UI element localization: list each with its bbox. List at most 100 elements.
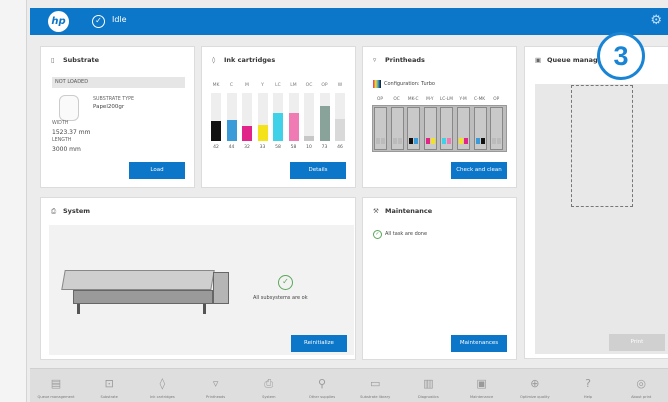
ink-level-fill	[319, 105, 330, 141]
printhead-label: OP	[493, 97, 500, 102]
printhead-label: Y-M	[459, 97, 467, 102]
ink-level-fill	[242, 125, 252, 141]
ink-label: C	[229, 83, 234, 88]
configuration-text: Configuration: Turbo	[384, 81, 435, 87]
ink-level-fill	[304, 136, 314, 141]
check-circle-icon: ✓	[373, 230, 382, 239]
printhead-slot	[457, 107, 470, 150]
substrate-state: NOT LOADED	[52, 77, 185, 88]
ink-level-bar	[273, 93, 283, 141]
printhead-slot	[423, 107, 437, 150]
ink-level-bar	[288, 93, 299, 141]
nav-label: Queue management	[37, 395, 75, 399]
nav-item[interactable]: ⊕ Optimize quality	[509, 369, 561, 402]
printhead-label: MK-C	[407, 97, 419, 102]
reinitialize-button[interactable]: Reinitialize	[291, 335, 347, 352]
nav-label: Other supplies	[308, 395, 336, 399]
gear-icon[interactable]: ⚙	[650, 13, 662, 28]
load-button[interactable]: Load	[129, 162, 185, 179]
nav-label: Substrate	[100, 395, 118, 399]
ink-title: Ink cartridges	[224, 56, 276, 64]
width-label: WIDTH	[52, 121, 69, 126]
details-button[interactable]: Details	[290, 162, 346, 179]
nav-item[interactable]: ▣ Maintenance	[456, 369, 508, 402]
ink-level-bar	[226, 93, 237, 141]
nav-item[interactable]: ▿ Printheads	[190, 369, 242, 402]
printhead-slot	[490, 107, 504, 150]
nav-item[interactable]: ⎙ System	[243, 369, 295, 402]
nav-label: Maintenance	[470, 395, 494, 399]
printer-illustration	[61, 262, 233, 314]
nav-item[interactable]: ▭ Substrate library	[349, 369, 401, 402]
ink-level-value: 44	[228, 145, 235, 150]
optimize-icon: ⊕	[530, 377, 540, 390]
system-card: ⎙ System ✓ All subsystems are ok Reinitia…	[40, 197, 356, 360]
check-circle-icon: ✓	[92, 15, 105, 28]
nav-item[interactable]: ⚲ Other supplies	[296, 369, 348, 402]
ink-level-value: 46	[337, 145, 343, 150]
substrate-title: Substrate	[63, 56, 100, 64]
configuration-icon	[373, 80, 381, 88]
width-value: 1523.37 mm	[52, 129, 91, 136]
nav-item[interactable]: ▥ Diagnostics	[402, 369, 454, 402]
queue-job-outline	[571, 85, 633, 207]
nav-label: System	[262, 395, 276, 399]
printhead-slot	[440, 107, 454, 150]
nav-label: Printheads	[206, 395, 226, 399]
nav-label: About print	[631, 395, 652, 399]
ink-drop-icon: ◊	[212, 56, 216, 64]
ink-label: OP	[321, 83, 328, 88]
substrate-type-label: SUBSTRATE TYPE	[93, 97, 135, 102]
nav-label: Diagnostics	[417, 395, 439, 399]
supplies-icon: ⚲	[317, 377, 327, 390]
library-icon: ▭	[369, 377, 381, 390]
printhead-label: M-Y	[426, 97, 434, 102]
ink-label: OC	[305, 83, 313, 88]
queue-icon: ▤	[50, 377, 62, 390]
help-icon: ?	[585, 377, 591, 390]
ink-level-value: 73	[321, 145, 328, 150]
ink-label: Y	[261, 83, 264, 88]
nav-label: Ink cartridges	[150, 395, 175, 399]
ink-level-value: 10	[306, 145, 312, 150]
ink-label: LM	[290, 83, 297, 88]
system-status: All subsystems are ok	[253, 295, 308, 301]
printhead-label: C-MK	[474, 97, 486, 102]
ink-label: W	[337, 83, 343, 88]
hp-logo: hp	[48, 11, 69, 32]
ink-level-bar	[211, 93, 221, 141]
print-button[interactable]: Print	[609, 334, 665, 351]
ink-level-value: 32	[244, 145, 250, 150]
check-circle-icon: ✓	[278, 275, 293, 290]
printer-icon: ⎙	[264, 377, 274, 390]
ink-level-bar	[319, 93, 330, 141]
queue-management-card: ▣ Queue management Print	[524, 46, 668, 359]
ink-level-fill	[273, 113, 283, 141]
ink-label: MK	[212, 83, 220, 88]
printhead-slot	[473, 107, 487, 150]
ink-level-fill	[226, 119, 237, 141]
ink-level-bar	[257, 93, 268, 141]
ink-level-value: 42	[213, 145, 219, 150]
printheads-card: ▿ Printheads Configuration: Turbo Check a…	[362, 46, 517, 188]
ink-level-bar	[335, 93, 345, 141]
nav-item[interactable]: ▤ Queue management	[30, 369, 82, 402]
printhead-icon: ▿	[373, 56, 377, 64]
nav-item[interactable]: ? Help	[562, 369, 614, 402]
ink-label: M	[245, 83, 249, 88]
ink-drop-icon: ◊	[159, 377, 166, 390]
maintenance-card: ⚒ Maintenance ✓ All task are done Mainten…	[362, 197, 517, 360]
substrate-type-value: Papel200gr	[93, 104, 125, 110]
maintenance-status: All task are done	[385, 231, 428, 237]
ink-level-bar	[242, 93, 252, 141]
nav-label: Optimize quality	[520, 395, 550, 399]
nav-item[interactable]: ⊡ Substrate	[83, 369, 135, 402]
maintenances-button[interactable]: Maintenances	[451, 335, 507, 352]
check-and-clean-button[interactable]: Check and clean	[451, 162, 507, 179]
diagnostics-icon: ▥	[423, 377, 434, 390]
nav-item[interactable]: ◎ About print	[615, 369, 667, 402]
nav-item[interactable]: ◊ Ink cartridges	[136, 369, 188, 402]
printhead-label: LC-LM	[439, 97, 453, 102]
ink-level-fill	[335, 118, 345, 141]
printer-icon: ⎙	[51, 207, 57, 215]
